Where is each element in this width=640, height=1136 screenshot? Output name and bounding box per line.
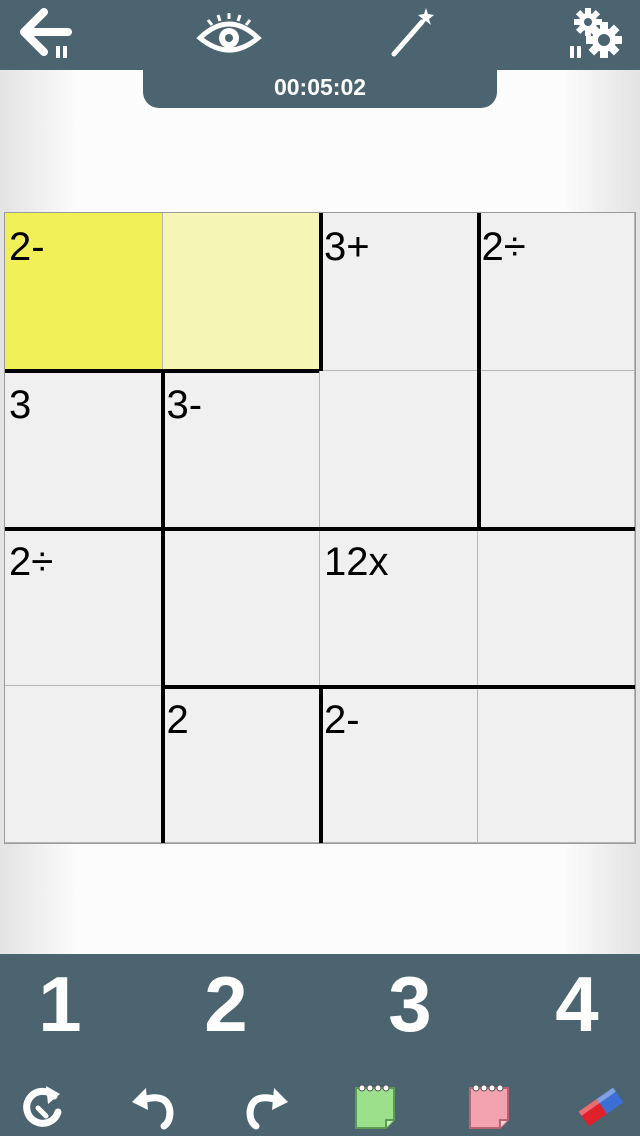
back-arrow-icon[interactable]	[16, 6, 76, 62]
cage-border	[161, 369, 165, 843]
number-key-3[interactable]: 3	[360, 964, 460, 1044]
gear-icon[interactable]	[566, 4, 626, 62]
number-key-2[interactable]: 2	[176, 964, 276, 1044]
cage-clue: 12x	[324, 540, 389, 584]
grid-cell-r0-c1[interactable]	[162, 213, 320, 371]
notes-red-icon[interactable]	[464, 1080, 514, 1132]
magic-wand-icon[interactable]	[388, 4, 438, 58]
cage-clue: 3-	[166, 382, 203, 427]
cage-border	[5, 369, 319, 373]
grid-cell-r1-c2[interactable]	[320, 370, 478, 528]
notes-green-icon[interactable]	[350, 1080, 400, 1132]
cage-border	[161, 527, 319, 531]
cage-clue: 2-	[324, 697, 360, 742]
grid-cell-r2-c3[interactable]	[477, 528, 635, 686]
eraser-icon[interactable]	[576, 1084, 626, 1130]
cage-clue: 2-	[9, 225, 45, 269]
grid-cell-r3-c0[interactable]	[5, 685, 163, 843]
eye-icon[interactable]	[196, 10, 262, 58]
puzzle-board: 2- 3+ 2÷ 3 3- 2÷ 12x 2 2-	[4, 212, 636, 844]
timer: 00:05:02	[273, 74, 367, 100]
cage-clue: 2÷	[481, 225, 526, 269]
timer-tab: 00:05:02	[143, 60, 497, 108]
cage-border	[319, 527, 635, 531]
cage-border	[5, 527, 163, 531]
cage-border	[319, 213, 323, 371]
cage-border	[477, 213, 481, 528]
undo-icon[interactable]	[128, 1082, 180, 1130]
grid-cell-r3-c3[interactable]	[477, 685, 635, 843]
redo-icon[interactable]	[240, 1082, 292, 1130]
restart-icon[interactable]	[16, 1082, 68, 1132]
cage-clue: 3+	[324, 225, 370, 269]
cage-clue: 3	[9, 382, 32, 427]
grid-cell-r1-c3[interactable]	[477, 370, 635, 528]
number-key-1[interactable]: 1	[10, 964, 110, 1044]
cage-clue: 2÷	[9, 540, 54, 584]
grid-cell-r2-c1[interactable]	[162, 528, 320, 686]
cage-border	[319, 685, 323, 843]
cage-clue: 2	[166, 697, 189, 742]
cage-border	[161, 685, 635, 689]
number-key-4[interactable]: 4	[527, 964, 627, 1044]
